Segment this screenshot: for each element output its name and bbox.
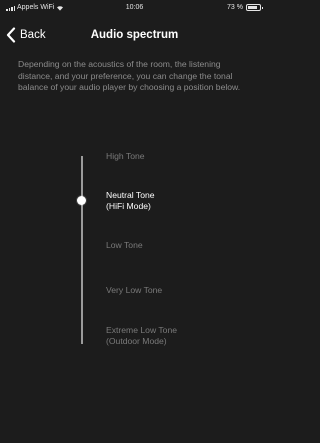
tone-option-low[interactable]: Low Tone [106, 240, 256, 251]
tone-slider-knob[interactable] [77, 196, 86, 205]
tone-option-extreme-low[interactable]: Extreme Low Tone (Outdoor Mode) [106, 325, 256, 347]
tone-option-high[interactable]: High Tone [106, 151, 256, 162]
status-bar: Appels WiFi 10:06 73 % [0, 0, 269, 16]
nav-bar: Back Audio spectrum [0, 20, 269, 50]
audio-spectrum-screen: Appels WiFi 10:06 73 % Back Audio spectr… [0, 0, 269, 443]
tone-slider-track[interactable] [81, 156, 83, 344]
tone-option-very-low[interactable]: Very Low Tone [106, 285, 256, 296]
tone-option-neutral[interactable]: Neutral Tone (HiFi Mode) [106, 190, 256, 212]
battery-fill [248, 6, 258, 9]
battery-icon [246, 4, 263, 11]
page-title: Audio spectrum [90, 29, 179, 41]
status-right: 73 % [227, 4, 263, 11]
description-text: Depending on the acoustics of the room, … [18, 59, 241, 92]
battery-percent: 73 % [227, 4, 243, 11]
